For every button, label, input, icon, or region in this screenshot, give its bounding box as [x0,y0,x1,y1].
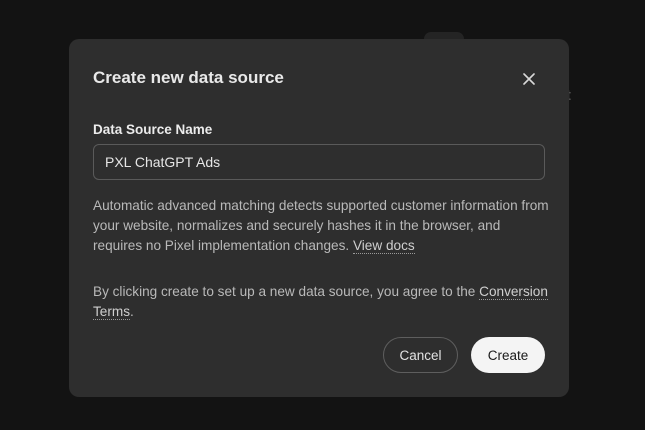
terms-text: By clicking create to set up a new data … [93,284,476,299]
close-button[interactable] [518,68,540,90]
close-icon [523,73,535,85]
dialog-title: Create new data source [93,68,284,87]
terms-notice: By clicking create to set up a new data … [93,282,553,322]
cancel-button[interactable]: Cancel [383,337,458,373]
terms-end: . [130,304,134,319]
create-data-source-dialog: Create new data source Data Source Name … [69,39,569,397]
data-source-name-label: Data Source Name [93,122,213,137]
data-source-name-input[interactable] [93,144,545,180]
description-text: Automatic advanced matching detects supp… [93,198,549,253]
create-button[interactable]: Create [471,337,545,373]
advanced-matching-description: Automatic advanced matching detects supp… [93,196,553,256]
view-docs-link[interactable]: View docs [352,238,415,254]
